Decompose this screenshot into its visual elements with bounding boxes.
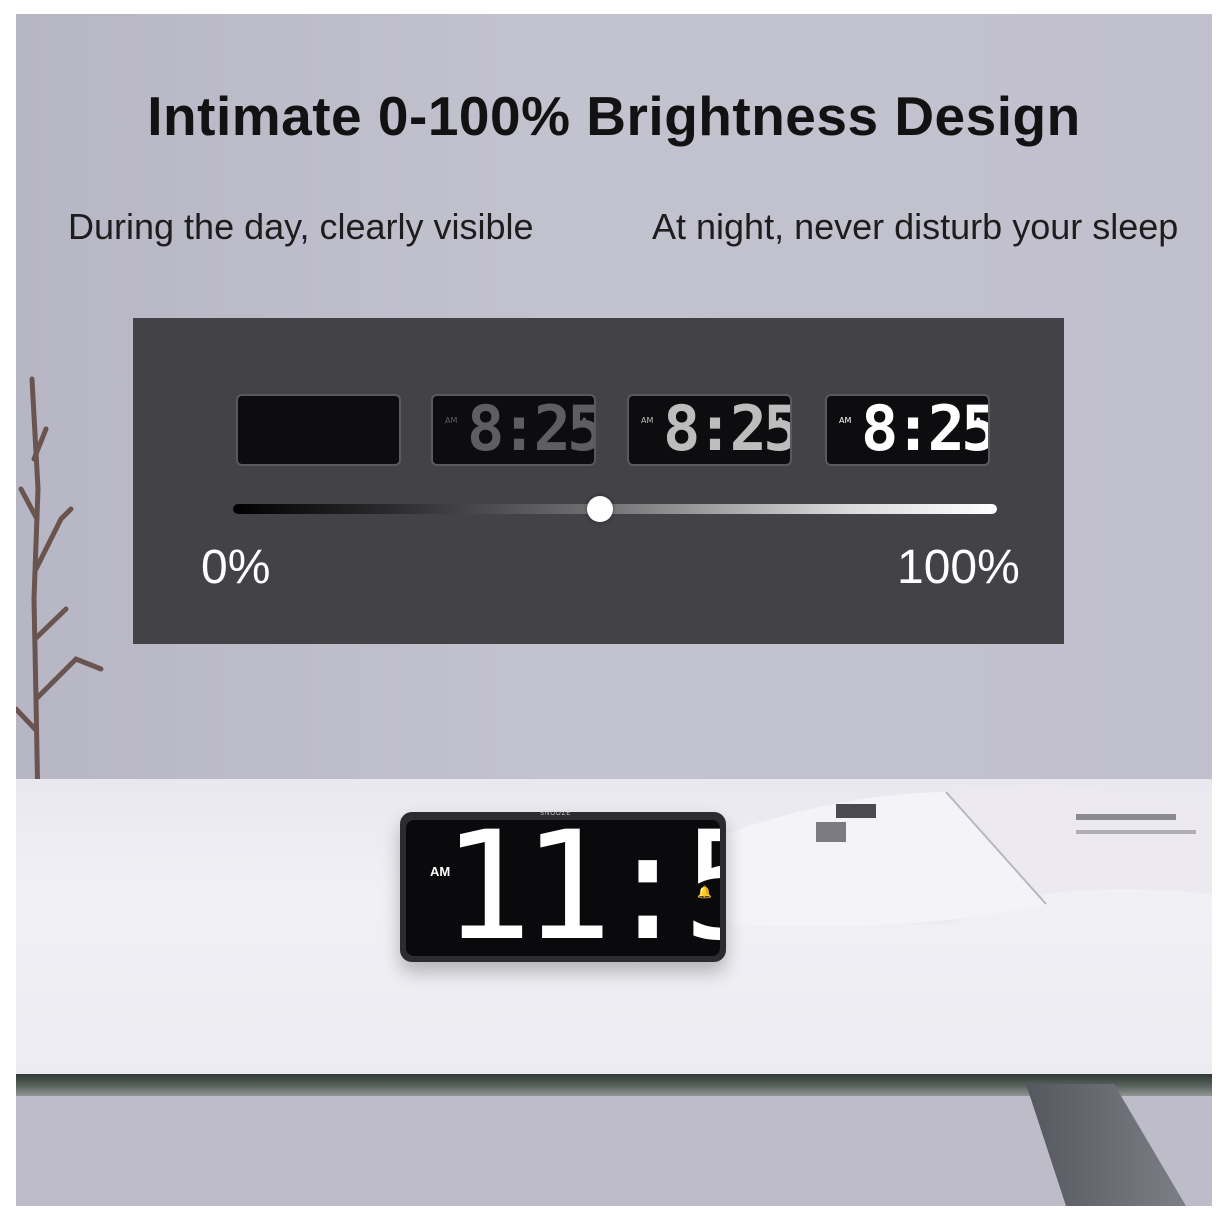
brightness-panel: AM 8:25 ● ● AM 8:25 ● ● AM 8:25 ● ● 0% 100% bbox=[133, 318, 1064, 644]
display-preview-medium: AM 8:25 ● ● bbox=[627, 394, 792, 466]
product-scene: Intimate 0-100% Brightness Design During… bbox=[16, 14, 1212, 1206]
decorative-branch bbox=[16, 376, 104, 812]
display-time: 8:25 bbox=[663, 394, 792, 465]
alarm-icons: ● ● bbox=[581, 414, 587, 450]
night-caption: At night, never disturb your sleep bbox=[652, 206, 1179, 247]
display-preview-bright: AM 8:25 ● ● bbox=[825, 394, 990, 466]
day-caption: During the day, clearly visible bbox=[68, 206, 534, 247]
min-brightness-label: 0% bbox=[201, 541, 271, 594]
open-book bbox=[726, 784, 1212, 927]
display-time: 8:25 bbox=[861, 394, 990, 465]
max-brightness-label: 100% bbox=[897, 541, 1020, 594]
display-preview-off bbox=[236, 394, 401, 466]
brightness-slider-track[interactable] bbox=[233, 504, 997, 514]
alarm-clock: SNOOZE AM 11:59 🔔🔔 bbox=[400, 811, 726, 962]
display-preview-dim: AM 8:25 ● ● bbox=[431, 394, 596, 466]
under-table bbox=[16, 1096, 1212, 1206]
am-indicator: AM bbox=[641, 416, 654, 425]
alarm-icons: ● ● bbox=[777, 414, 783, 450]
am-indicator: AM bbox=[445, 416, 458, 425]
alarm-icons: ● ● bbox=[975, 414, 981, 450]
am-indicator: AM bbox=[839, 416, 852, 425]
alarm-bell-icons: 🔔🔔 bbox=[697, 885, 712, 899]
clock-display: AM 11:59 🔔🔔 bbox=[406, 820, 720, 956]
page-title: Intimate 0-100% Brightness Design bbox=[147, 85, 1081, 147]
clock-time: 11:59 bbox=[442, 820, 720, 956]
display-time: 8:25 bbox=[467, 394, 596, 465]
brightness-slider-handle[interactable] bbox=[586, 496, 613, 522]
snooze-label[interactable]: SNOOZE bbox=[540, 811, 571, 817]
